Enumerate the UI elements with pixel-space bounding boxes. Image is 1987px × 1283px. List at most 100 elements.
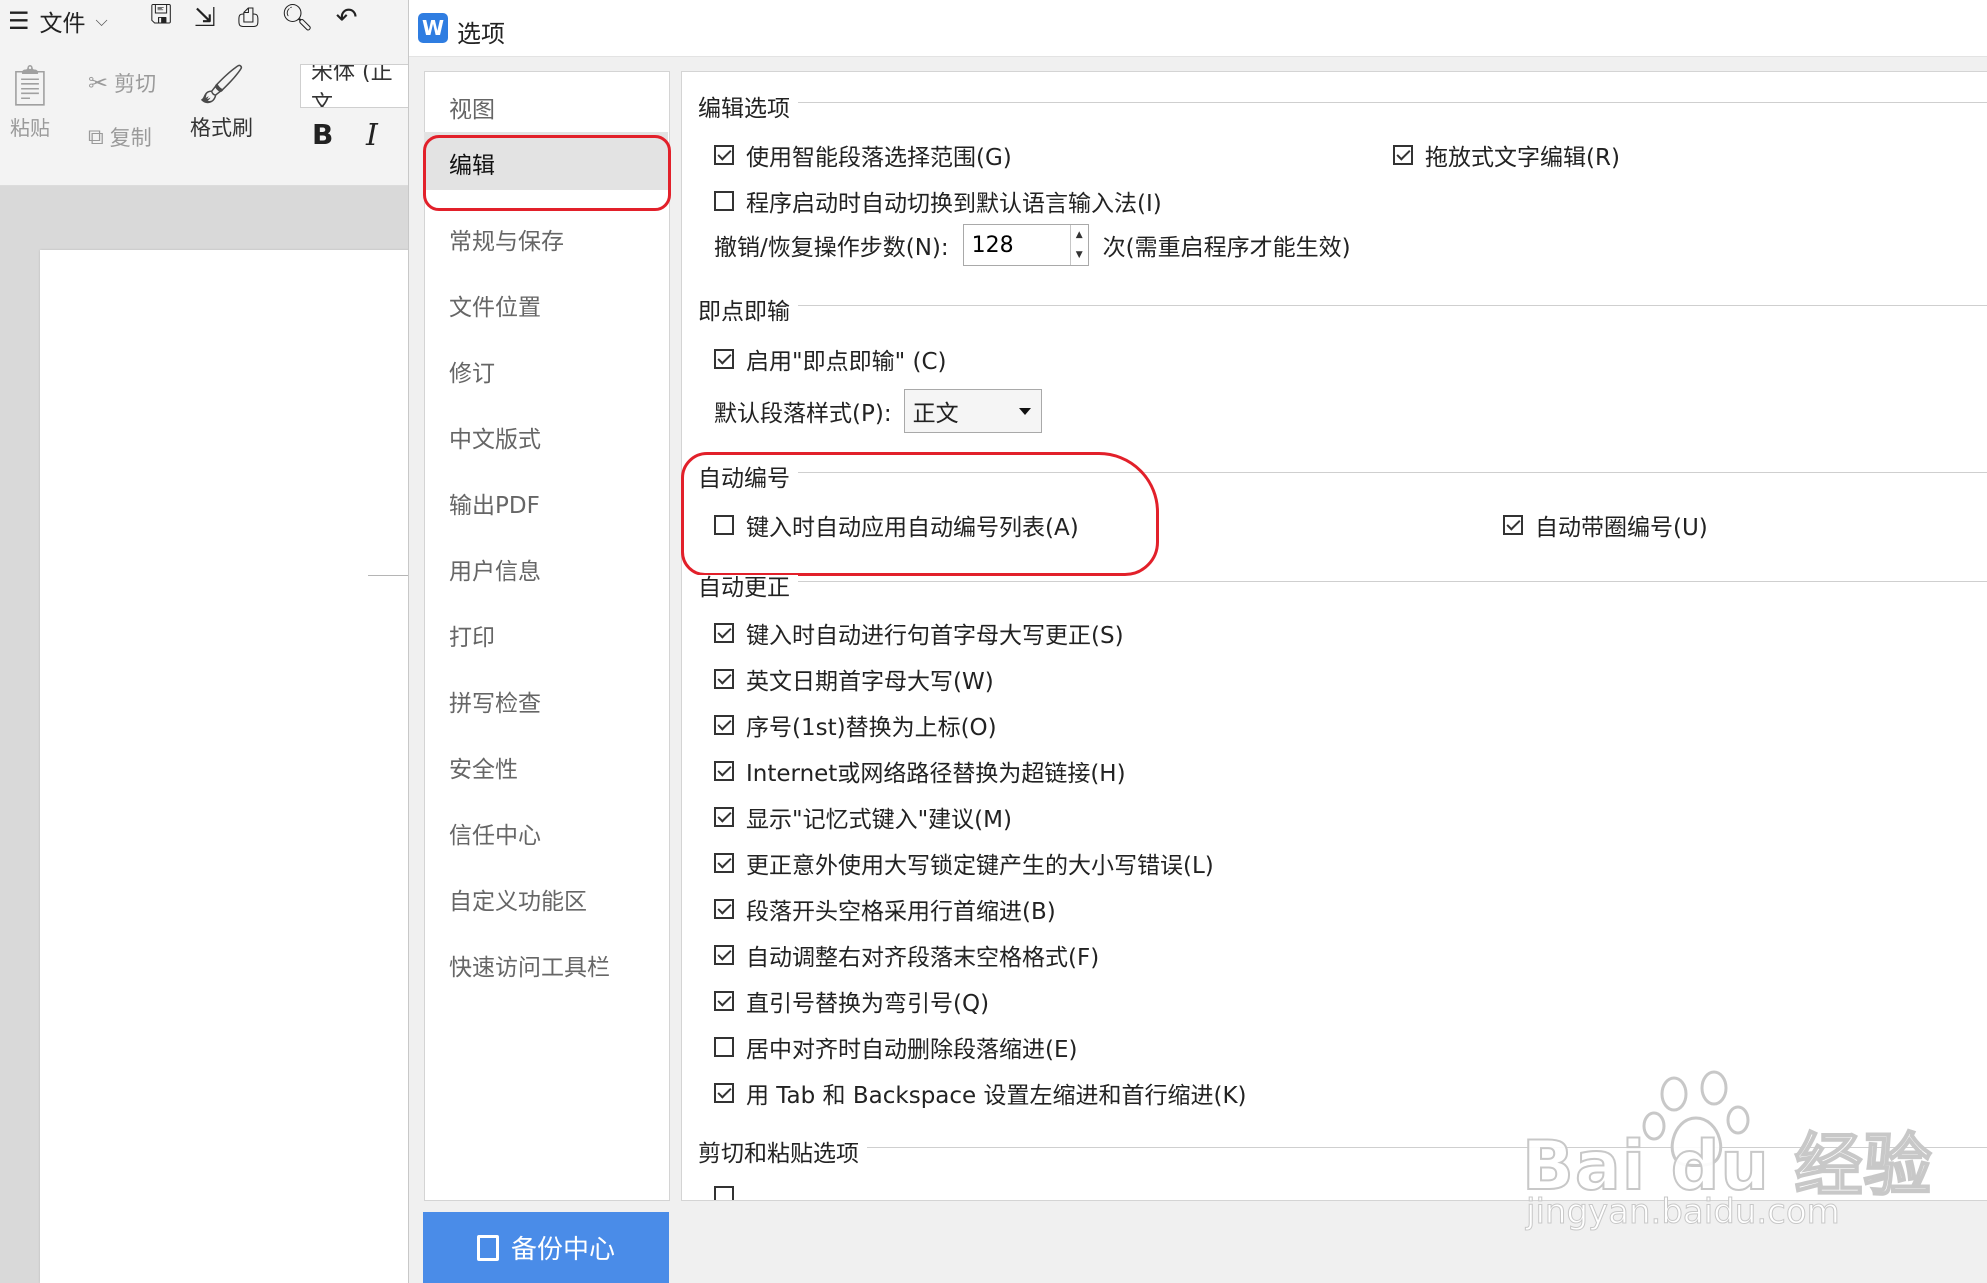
- checkbox-icon: [714, 945, 734, 965]
- checkbox-icon: [714, 515, 734, 535]
- section-title: 自动更正: [698, 575, 798, 601]
- checkbox-label: 自动带圈编号(U): [1535, 515, 1708, 541]
- checkbox-label: 用 Tab 和 Backspace 设置左缩进和首行缩进(K): [746, 1083, 1247, 1109]
- checkbox-icon: [714, 1083, 734, 1103]
- menu-file-label: 文件: [39, 11, 86, 37]
- dialog-title: 选项: [457, 20, 505, 48]
- checkbox-icon: [714, 899, 734, 919]
- nav-item-quick-access-toolbar[interactable]: 快速访问工具栏: [449, 948, 610, 982]
- backup-center-button[interactable]: 备份中心: [423, 1212, 669, 1283]
- autocorrect-item[interactable]: 居中对齐时自动删除段落缩进(E): [714, 1030, 1077, 1064]
- options-nav: 视图 编辑 常规与保存 文件位置 修订 中文版式 输出PDF 用户信息 打印 拼…: [424, 71, 670, 1201]
- nav-item-security[interactable]: 安全性: [449, 750, 518, 784]
- autocorrect-item[interactable]: 自动调整右对齐段落末空格格式(F): [714, 938, 1099, 972]
- checkbox-label: 键入时自动进行句首字母大写更正(S): [746, 623, 1124, 649]
- copy-label: 复制: [109, 126, 152, 150]
- checkbox-label: 更正意外使用大写锁定键产生的大小写错误(L): [746, 853, 1214, 879]
- enable-click-type-checkbox[interactable]: 启用"即点即输" (C): [714, 342, 946, 376]
- nav-item-export-pdf[interactable]: 输出PDF: [449, 486, 540, 520]
- checkbox-label: 直引号替换为弯引号(Q): [746, 991, 990, 1017]
- checkbox-icon: [714, 807, 734, 827]
- undo-steps-row: 撤销/恢复操作步数(N): ▲ ▼ 次(需重启程序才能生效): [714, 224, 1351, 266]
- edit-options-panel: 编辑选项 使用智能段落选择范围(G) 拖放式文字编辑(R) 程序启动时自动切换到…: [681, 71, 1987, 1201]
- autocorrect-item[interactable]: 键入时自动进行句首字母大写更正(S): [714, 616, 1124, 650]
- default-style-label: 默认段落样式(P):: [714, 401, 892, 427]
- autocorrect-item[interactable]: 序号(1st)替换为上标(O): [714, 708, 997, 742]
- checkbox-icon: [714, 623, 734, 643]
- paste-button[interactable]: 📋︎ 粘贴: [0, 64, 60, 141]
- autocorrect-item[interactable]: 更正意外使用大写锁定键产生的大小写错误(L): [714, 846, 1214, 880]
- italic-button[interactable]: I: [366, 118, 378, 153]
- backup-center-label: 备份中心: [510, 1235, 615, 1265]
- format-painter-button[interactable]: 🖌︎ 格式刷: [190, 62, 253, 142]
- drag-drop-edit-checkbox[interactable]: 拖放式文字编辑(R): [1393, 138, 1620, 172]
- default-style-select[interactable]: 正文: [903, 389, 1042, 433]
- checkbox-icon: [1503, 515, 1523, 535]
- checkbox-label: 启用"即点即输" (C): [746, 349, 947, 375]
- autocorrect-item[interactable]: 显示"记忆式键入"建议(M): [714, 800, 1012, 834]
- checkbox-icon: [714, 1037, 734, 1057]
- print-icon[interactable]: ⎙: [238, 3, 259, 34]
- undo-steps-note: 次(需重启程序才能生效): [1102, 235, 1351, 261]
- bold-button[interactable]: B: [312, 118, 333, 151]
- checkbox-label: 键入时自动应用自动编号列表(A): [746, 515, 1079, 541]
- nav-item-general-save[interactable]: 常规与保存: [449, 222, 564, 256]
- section-auto-numbering: 自动编号: [698, 459, 1987, 492]
- undo-steps-input[interactable]: [963, 225, 1070, 265]
- undo-icon[interactable]: ↶: [336, 3, 358, 33]
- autocorrect-item[interactable]: 直引号替换为弯引号(Q): [714, 984, 989, 1018]
- auto-numbering-list-checkbox[interactable]: 键入时自动应用自动编号列表(A): [714, 508, 1079, 542]
- cut-paste-item-partial[interactable]: [714, 1186, 746, 1200]
- checkbox-label: 英文日期首字母大写(W): [746, 669, 994, 695]
- smart-paragraph-checkbox[interactable]: 使用智能段落选择范围(G): [714, 138, 1012, 172]
- nav-item-file-location[interactable]: 文件位置: [449, 288, 541, 322]
- nav-item-spell-check[interactable]: 拼写检查: [449, 684, 541, 718]
- wps-writer-icon: W: [418, 13, 448, 43]
- section-divider: [698, 472, 1987, 473]
- nav-item-customize-ribbon[interactable]: 自定义功能区: [449, 882, 587, 916]
- checkbox-label: 居中对齐时自动删除段落缩进(E): [746, 1037, 1078, 1063]
- spin-down-icon[interactable]: ▼: [1071, 245, 1088, 265]
- font-name-select[interactable]: 宋体 (正文: [300, 64, 410, 108]
- dialog-titlebar[interactable]: W 选项: [409, 0, 1987, 57]
- nav-item-trust-center[interactable]: 信任中心: [449, 816, 541, 850]
- cut-button[interactable]: ✂ 剪切: [88, 68, 156, 98]
- checkbox-label: Internet或网络路径替换为超链接(H): [746, 761, 1126, 787]
- nav-item-label: 编辑: [449, 153, 495, 179]
- nav-item-user-info[interactable]: 用户信息: [449, 552, 541, 586]
- hamburger-icon: ☰: [8, 7, 30, 35]
- autocorrect-item[interactable]: 用 Tab 和 Backspace 设置左缩进和首行缩进(K): [714, 1076, 1247, 1110]
- section-divider: [698, 581, 1987, 582]
- autocorrect-item[interactable]: Internet或网络路径替换为超链接(H): [714, 754, 1126, 788]
- nav-item-chinese-layout[interactable]: 中文版式: [449, 420, 541, 454]
- paste-label: 粘贴: [10, 116, 50, 140]
- chevron-down-icon: ⌵: [95, 11, 108, 30]
- auto-circle-number-checkbox[interactable]: 自动带圈编号(U): [1503, 508, 1708, 542]
- export-icon[interactable]: ⇲: [194, 3, 216, 33]
- spin-up-icon[interactable]: ▲: [1071, 225, 1088, 245]
- copy-button[interactable]: ⧉ 复制: [88, 122, 152, 152]
- auto-ime-checkbox[interactable]: 程序启动时自动切换到默认语言输入法(I): [714, 184, 1162, 218]
- undo-steps-spinner[interactable]: ▲ ▼: [962, 224, 1089, 266]
- nav-item-edit[interactable]: 编辑: [424, 132, 668, 190]
- document-margin-mark: [368, 575, 410, 576]
- writer-toolbar: ☰ 文件 ⌵ 🖫 ⇲ ⎙ 🔍︎ ↶ 📋︎ 粘贴 ✂ 剪切 ⧉ 复制 🖌︎ 格式刷…: [0, 0, 410, 186]
- autocorrect-item[interactable]: 英文日期首字母大写(W): [714, 662, 994, 696]
- section-divider: [698, 1147, 1987, 1148]
- document-page[interactable]: [40, 250, 410, 1283]
- nav-item-print[interactable]: 打印: [449, 618, 495, 652]
- autocorrect-item[interactable]: 段落开头空格采用行首缩进(B): [714, 892, 1056, 926]
- section-title: 剪切和粘贴选项: [698, 1141, 867, 1167]
- dropdown-caret-icon: [1018, 407, 1031, 415]
- print-preview-icon[interactable]: 🔍︎: [281, 3, 314, 33]
- checkbox-label: 使用智能段落选择范围(G): [746, 145, 1012, 171]
- nav-item-view[interactable]: 视图: [449, 90, 495, 124]
- menu-file-button[interactable]: ☰ 文件 ⌵: [8, 4, 108, 38]
- format-painter-label: 格式刷: [190, 116, 253, 140]
- cut-label: 剪切: [114, 72, 157, 96]
- save-icon[interactable]: 🖫: [150, 0, 172, 40]
- section-title: 即点即输: [698, 299, 798, 325]
- format-painter-icon: 🖌︎: [197, 62, 246, 106]
- section-click-and-type: 即点即输: [698, 292, 1987, 325]
- nav-item-revision[interactable]: 修订: [449, 354, 495, 388]
